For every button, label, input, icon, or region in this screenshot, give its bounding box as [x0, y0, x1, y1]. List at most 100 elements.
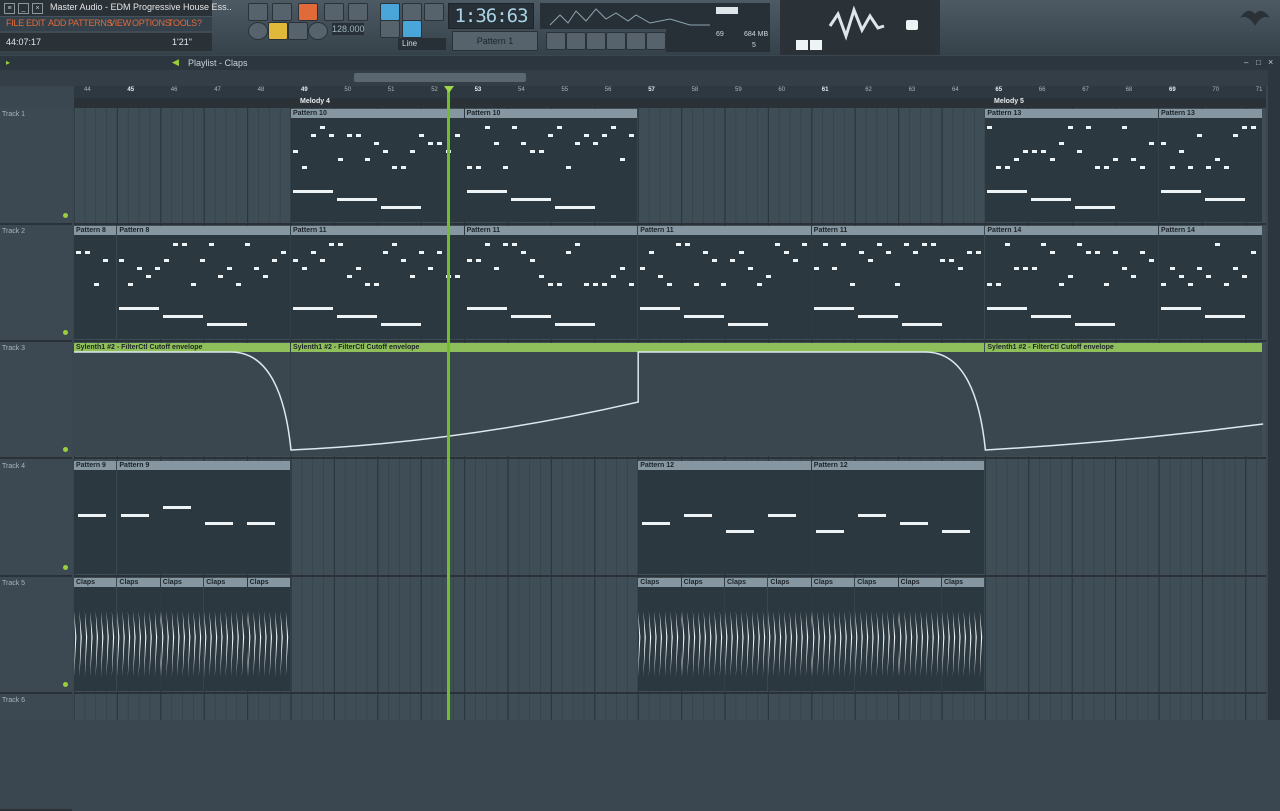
tempo-display[interactable]: 128.000 — [332, 23, 365, 35]
clip-claps[interactable]: Claps — [247, 578, 294, 691]
vertical-scrollbar[interactable] — [1268, 70, 1280, 720]
playlist-close-icon[interactable]: × — [1268, 57, 1273, 67]
midi-note — [726, 530, 755, 533]
clip-claps[interactable]: Claps — [204, 578, 250, 691]
wait-icon[interactable] — [272, 3, 292, 21]
clip-claps[interactable]: Claps — [811, 578, 858, 691]
midi-note — [475, 166, 481, 169]
link-icon[interactable] — [402, 20, 422, 38]
clip-claps[interactable]: Claps — [638, 578, 684, 691]
record-button[interactable] — [308, 22, 328, 40]
midi-note — [484, 243, 490, 246]
track-activity-icon[interactable] — [63, 682, 68, 687]
mic-icon[interactable] — [646, 32, 666, 50]
menu-edit[interactable]: EDIT — [26, 18, 46, 28]
menu-help[interactable]: ? — [197, 18, 202, 28]
track-label[interactable]: Track 6 — [2, 697, 25, 704]
clip-claps[interactable]: Claps — [160, 578, 207, 691]
browser-icon[interactable] — [586, 32, 606, 50]
playhead-marker-icon[interactable] — [444, 86, 454, 93]
step-edit-icon[interactable] — [324, 3, 344, 21]
clip-body — [117, 235, 290, 339]
clip-pattern-14[interactable]: Pattern 14 — [1159, 226, 1263, 339]
playhead — [447, 86, 450, 720]
clip-pattern-14[interactable]: Pattern 14 — [985, 226, 1158, 339]
close-icon[interactable]: × — [32, 3, 43, 14]
clip-pattern-9[interactable]: Pattern 9 — [117, 461, 290, 574]
menu-file[interactable]: FILE — [6, 18, 24, 28]
clip-claps[interactable]: Claps — [74, 578, 120, 691]
playlist-minimize-icon[interactable]: – — [1244, 58, 1248, 67]
midi-note — [437, 251, 442, 254]
menu-icon[interactable]: ≡ — [4, 3, 15, 14]
bar-label: 44 — [84, 87, 91, 93]
stop-button[interactable] — [288, 22, 308, 40]
midi-note — [209, 243, 215, 246]
record-mode-icon[interactable] — [298, 3, 318, 21]
clip-pattern-12[interactable]: Pattern 12 — [811, 461, 985, 574]
clip-pattern-10[interactable]: Pattern 10 — [291, 109, 464, 222]
pause-button[interactable] — [268, 22, 288, 40]
clip-claps[interactable]: Claps — [898, 578, 945, 691]
track-label[interactable]: Track 3 — [2, 345, 25, 352]
metronome-icon[interactable] — [248, 3, 268, 21]
clip-pattern-11[interactable]: Pattern 11 — [291, 226, 464, 339]
midi-note — [813, 267, 819, 270]
menu-tools[interactable]: TOOLS — [168, 18, 197, 28]
menu-view[interactable]: VIEW — [109, 18, 131, 28]
pattern-selector[interactable]: Pattern 1 — [452, 31, 538, 51]
playlist-icon[interactable] — [546, 32, 566, 50]
track-label[interactable]: Track 5 — [2, 580, 25, 587]
clip-claps[interactable]: Claps — [855, 578, 901, 691]
track-label[interactable]: Track 1 — [2, 111, 25, 118]
midi-note — [1068, 126, 1074, 129]
midi-note — [254, 267, 260, 270]
clip-pattern-13[interactable]: Pattern 13 — [985, 109, 1158, 222]
clip-pattern-11[interactable]: Pattern 11 — [811, 226, 985, 339]
clip-pattern-8[interactable]: Pattern 8 — [117, 226, 290, 339]
clip-label: Claps — [117, 578, 160, 587]
clip-claps[interactable]: Claps — [725, 578, 771, 691]
clip-pattern-11[interactable]: Pattern 11 — [464, 226, 638, 339]
playlist-grid[interactable]: Pattern 10 Pattern 10 Pattern 13 Pattern 13… — [74, 108, 1266, 720]
track-activity-icon[interactable] — [63, 447, 68, 452]
track-label[interactable]: Track 2 — [2, 228, 25, 235]
midi-note — [538, 150, 544, 153]
track-activity-icon[interactable] — [63, 565, 68, 570]
minimize-icon[interactable]: _ — [18, 3, 29, 14]
mixer-icon[interactable] — [626, 32, 646, 50]
marker-melody-4[interactable]: Melody 4 — [300, 98, 330, 105]
playlist-options-icon[interactable]: ▸ — [6, 58, 10, 67]
overdub-icon[interactable] — [348, 3, 368, 21]
clip-claps[interactable]: Claps — [768, 578, 814, 691]
track-label[interactable]: Track 4 — [2, 463, 25, 470]
clip-pattern-13[interactable]: Pattern 13 — [1159, 109, 1263, 222]
menu-options[interactable]: OPTIONS — [132, 18, 171, 28]
menu-add[interactable]: ADD — [48, 18, 66, 28]
headphones-icon[interactable] — [424, 3, 444, 21]
midi-note — [119, 307, 160, 310]
clip-pattern-12[interactable]: Pattern 12 — [638, 461, 811, 574]
menu-patterns[interactable]: PATTERNS — [68, 18, 113, 28]
snap-icon[interactable] — [380, 3, 400, 21]
clip-claps[interactable]: Claps — [942, 578, 988, 691]
pencil-icon[interactable] — [380, 20, 400, 38]
clip-pattern-11[interactable]: Pattern 11 — [638, 226, 811, 339]
track-activity-icon[interactable] — [63, 330, 68, 335]
playlist-maximize-icon[interactable]: □ — [1256, 58, 1261, 67]
horizontal-scrollbar[interactable] — [354, 73, 526, 82]
clip-claps[interactable]: Claps — [681, 578, 728, 691]
clip-pattern-9[interactable]: Pattern 9 — [74, 461, 117, 574]
channel-rack-icon[interactable] — [606, 32, 626, 50]
arrow-icon[interactable] — [402, 3, 422, 21]
timeline-ruler[interactable]: 44 45 46 47 48 49 50 51 52 53 54 55 56 57 58 59 60 61 62 63… — [74, 86, 1266, 98]
snap-mode-select[interactable]: Line — [398, 38, 446, 50]
piano-roll-icon[interactable] — [566, 32, 586, 50]
clip-pattern-8[interactable]: Pattern 8 — [74, 226, 117, 339]
track-activity-icon[interactable] — [63, 213, 68, 218]
clip-claps[interactable]: Claps — [117, 578, 163, 691]
clip-label: Claps — [247, 578, 290, 587]
loop-icon[interactable] — [248, 22, 268, 40]
clip-pattern-10[interactable]: Pattern 10 — [464, 109, 638, 222]
marker-melody-5[interactable]: Melody 5 — [994, 98, 1024, 105]
